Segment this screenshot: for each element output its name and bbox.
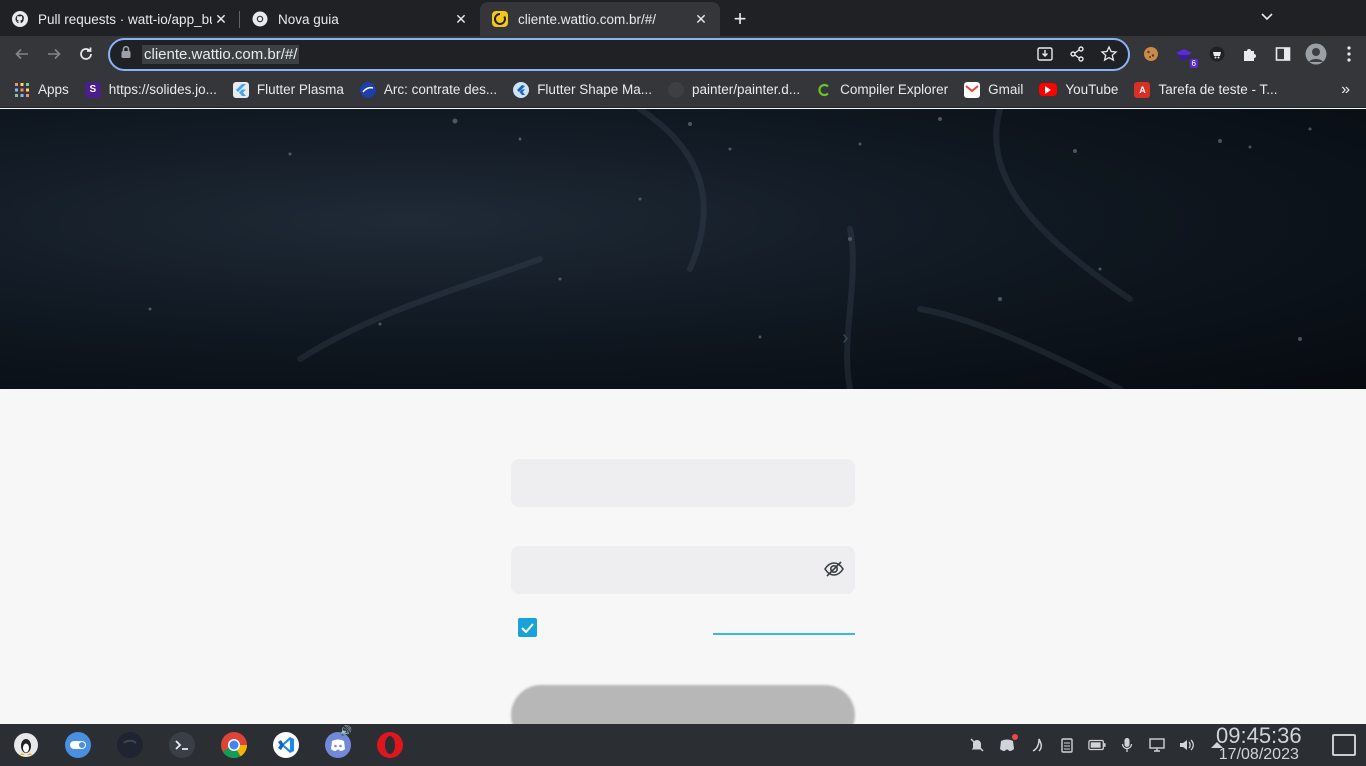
side-panel-icon[interactable]: [1272, 43, 1294, 65]
solides-icon: S: [84, 81, 101, 98]
profile-avatar-icon[interactable]: [1305, 43, 1327, 65]
chrome-icon[interactable]: [208, 724, 260, 766]
hat-extension-icon[interactable]: 6: [1173, 43, 1198, 68]
os-taskbar: 🔊 09:45:36 17/08/2023: [0, 724, 1366, 766]
chrome-icon: [252, 11, 268, 27]
close-tab-icon[interactable]: ✕: [212, 10, 230, 28]
browser-tab-strip: Pull requests · watt-io/app_bu ✕ Nova gu…: [0, 0, 1366, 36]
forgot-password-link[interactable]: [713, 633, 855, 635]
clipboard-icon[interactable]: [1058, 736, 1076, 754]
battery-icon[interactable]: [1088, 736, 1106, 754]
hero-banner-image: ›: [0, 109, 1366, 389]
toggle-icon[interactable]: [52, 724, 104, 766]
bookmark-gmail[interactable]: Gmail: [964, 81, 1024, 98]
unread-dot-icon: [1012, 734, 1018, 740]
forward-button[interactable]: [38, 38, 70, 70]
tab-title: cliente.wattio.com.br/#/: [518, 11, 657, 27]
discord-tray-icon[interactable]: [998, 734, 1018, 754]
shield-extension-icon[interactable]: [1206, 43, 1228, 65]
url-text[interactable]: cliente.wattio.com.br/#/: [142, 45, 300, 64]
tab-pull-requests[interactable]: Pull requests · watt-io/app_bu ✕: [0, 2, 240, 36]
remember-me-checkbox[interactable]: [518, 618, 537, 637]
email-field[interactable]: [511, 459, 855, 507]
cookie-extension-icon[interactable]: [1140, 43, 1162, 65]
github-icon: [668, 81, 684, 98]
bookmark-label: Tarefa de teste - T...: [1158, 82, 1278, 97]
bookmark-label: https://solides.jo...: [108, 82, 217, 97]
tab-search-chevron-icon[interactable]: [1260, 9, 1274, 26]
back-button[interactable]: [6, 38, 38, 70]
extension-badge: 6: [1189, 59, 1198, 68]
close-tab-icon[interactable]: ✕: [452, 10, 470, 28]
password-field[interactable]: [511, 546, 855, 594]
flame-icon[interactable]: [1028, 736, 1046, 754]
arc-icon: [359, 81, 376, 98]
bookmark-tarefa[interactable]: A Tarefa de teste - T...: [1134, 81, 1278, 98]
flutter-shape-icon: [513, 81, 530, 98]
bookmark-youtube[interactable]: YouTube: [1039, 82, 1118, 97]
bookmark-compiler-explorer[interactable]: Compiler Explorer: [816, 82, 948, 98]
microphone-icon[interactable]: [1118, 736, 1136, 754]
tab-title: Pull requests · watt-io/app_bu: [38, 11, 212, 27]
tab-nova-guia[interactable]: Nova guia ✕: [240, 2, 480, 36]
bookmark-flutter-plasma[interactable]: Flutter Plasma: [232, 81, 344, 98]
bookmark-apps[interactable]: Apps: [14, 82, 69, 98]
bookmark-label: Compiler Explorer: [840, 82, 949, 97]
speaker-badge-icon: 🔊: [339, 726, 352, 737]
bookmark-label: Flutter Plasma: [256, 82, 344, 97]
linux-menu-icon[interactable]: [0, 724, 52, 766]
terminal-icon[interactable]: [156, 724, 208, 766]
login-area: [0, 389, 1366, 745]
system-clock[interactable]: 09:45:36 17/08/2023: [1216, 725, 1302, 763]
bookmark-star-icon[interactable]: [1100, 45, 1118, 68]
wattio-icon: [492, 11, 508, 27]
vscode-icon[interactable]: [260, 724, 312, 766]
tarefa-icon: A: [1134, 81, 1151, 98]
system-tray: [968, 724, 1226, 766]
compiler-explorer-icon: [816, 82, 832, 98]
carousel-next-icon[interactable]: ›: [842, 327, 849, 350]
share-icon[interactable]: [1068, 45, 1086, 68]
night-lights-texture: [148, 109, 1312, 389]
bookmark-label: Gmail: [988, 82, 1024, 97]
github-icon: [12, 11, 28, 27]
volume-icon[interactable]: [1178, 736, 1196, 754]
bookmarks-overflow-icon[interactable]: »: [1341, 81, 1350, 99]
discord-icon[interactable]: 🔊: [312, 724, 364, 766]
network-icon[interactable]: [1148, 736, 1166, 754]
more-menu-icon[interactable]: [1338, 43, 1360, 65]
bookmark-label: painter/painter.d...: [692, 82, 801, 97]
show-desktop-button[interactable]: [1332, 734, 1356, 756]
bookmark-label: Apps: [38, 82, 69, 97]
install-app-icon[interactable]: [1036, 45, 1054, 68]
apps-grid-icon: [14, 82, 30, 98]
clock-date: 17/08/2023: [1218, 746, 1299, 763]
bookmark-label: YouTube: [1065, 82, 1119, 97]
flutter-icon: [232, 81, 249, 98]
bookmarks-bar: Apps S https://solides.jo... Flutter Pla…: [0, 72, 1366, 108]
close-tab-icon[interactable]: ✕: [692, 10, 710, 28]
bookmark-flutter-shape[interactable]: Flutter Shape Ma...: [513, 81, 652, 98]
new-tab-button[interactable]: +: [724, 2, 756, 36]
reload-button[interactable]: [70, 38, 102, 70]
eye-slash-icon[interactable]: [823, 558, 845, 580]
puzzle-extensions-icon[interactable]: [1239, 43, 1261, 65]
clock-time: 09:45:36: [1216, 723, 1302, 748]
bookmark-arc[interactable]: Arc: contrate des...: [359, 81, 498, 98]
youtube-icon: [1039, 83, 1058, 96]
gmail-icon: [964, 81, 981, 98]
tab-title: Nova guia: [278, 11, 339, 27]
address-bar[interactable]: cliente.wattio.com.br/#/: [108, 38, 1130, 71]
tab-wattio[interactable]: cliente.wattio.com.br/#/ ✕: [480, 2, 720, 36]
moon-icon[interactable]: [104, 724, 156, 766]
browser-toolbar: cliente.wattio.com.br/#/ 6: [0, 36, 1366, 72]
lock-icon[interactable]: [120, 45, 132, 64]
notifications-muted-icon[interactable]: [968, 736, 986, 754]
bookmark-solides[interactable]: S https://solides.jo...: [84, 81, 217, 98]
bookmark-label: Arc: contrate des...: [383, 82, 498, 97]
opera-icon[interactable]: [364, 724, 416, 766]
bookmark-painter[interactable]: painter/painter.d...: [668, 81, 801, 98]
bookmark-label: Flutter Shape Ma...: [537, 82, 652, 97]
extensions-area: 6: [1140, 36, 1360, 72]
